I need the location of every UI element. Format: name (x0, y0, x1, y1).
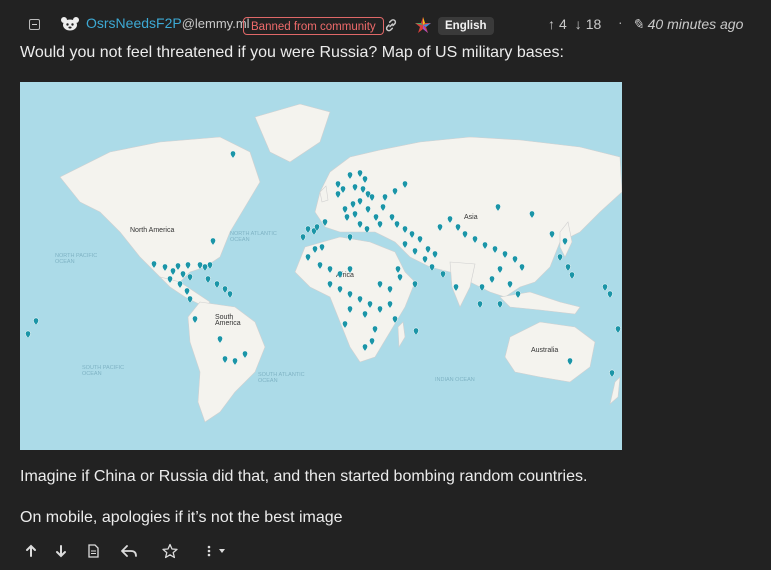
base-marker-pin (187, 295, 193, 304)
land-new-zealand (609, 376, 621, 405)
base-marker-pin (607, 290, 613, 299)
timestamp-text: 40 minutes ago (647, 16, 744, 32)
view-source-icon (88, 544, 99, 558)
label-north-america: North America (130, 227, 174, 234)
base-marker-pin (615, 325, 621, 334)
base-marker-pin (479, 283, 485, 292)
save-star-icon (162, 543, 178, 559)
land-madagascar (397, 321, 406, 349)
base-marker-pin (413, 327, 419, 336)
base-marker-pin (25, 330, 31, 339)
base-marker-pin (557, 253, 563, 262)
base-marker-pin (187, 273, 193, 282)
base-marker-pin (33, 317, 39, 326)
comment-title-text: Would you not feel threatened if you wer… (20, 44, 564, 61)
user-instance: @lemmy.ml (181, 16, 250, 31)
comment-body-line-1: Imagine if China or Russia did that, and… (20, 468, 588, 485)
base-marker-pin (477, 300, 483, 309)
link-icon[interactable] (383, 17, 399, 33)
language-badge: English (438, 17, 494, 35)
label-north-atlantic: NORTH ATLANTIC OCEAN (230, 231, 277, 243)
comment-body-line-2: On mobile, apologies if it’s not the bes… (20, 509, 343, 526)
more-options-icon (207, 545, 225, 557)
land-greenland (254, 103, 331, 163)
base-marker-pin (565, 263, 571, 272)
base-marker-pin (602, 283, 608, 292)
label-south-pacific: SOUTH PACIFIC OCEAN (82, 365, 124, 377)
edit-pencil-icon: ✎ (632, 16, 648, 32)
reply-icon (121, 545, 137, 557)
upvote-count: 4 (559, 16, 567, 32)
language-flag-icon (415, 17, 431, 33)
user-avatar-icon[interactable] (60, 16, 80, 32)
label-south-atlantic: SOUTH ATLANTIC OCEAN (258, 372, 305, 384)
username[interactable]: OsrsNeedsF2P (86, 15, 182, 31)
base-marker-pin (305, 225, 311, 234)
collapse-toggle-icon[interactable] (29, 19, 40, 30)
base-marker-pin (429, 263, 435, 272)
label-asia: Asia (464, 214, 478, 221)
world-map-svg: North America NORTH ATLANTIC OCEAN NORTH … (25, 103, 622, 423)
us-bases-map-image[interactable]: North America NORTH ATLANTIC OCEAN NORTH … (20, 82, 622, 450)
land-masses (59, 103, 622, 423)
more-options-button[interactable] (202, 542, 230, 560)
base-marker-pin (569, 271, 575, 280)
downvote-icon (56, 545, 66, 558)
base-marker-pin (205, 275, 211, 284)
base-marker-pin (202, 263, 208, 272)
label-australia: Australia (531, 347, 558, 354)
downvote-arrow-icon: ↓ (574, 16, 582, 32)
separator: · (618, 14, 623, 30)
downvote-count: 18 (585, 16, 602, 32)
base-marker-pin (609, 369, 615, 378)
reply-button[interactable] (120, 542, 138, 560)
base-marker-pin (222, 285, 228, 294)
label-north-pacific: NORTH PACIFIC OCEAN (55, 253, 97, 265)
upvote-icon (26, 544, 36, 557)
banned-badge: Banned from community (243, 17, 384, 35)
base-marker-pin (227, 290, 233, 299)
land-africa (294, 236, 416, 363)
land-indonesia (499, 291, 581, 315)
downvote-button[interactable] (52, 542, 70, 560)
username-link[interactable]: OsrsNeedsF2P@lemmy.ml (86, 15, 250, 31)
base-marker-pin (300, 233, 306, 242)
base-marker-pin (207, 261, 213, 270)
save-button[interactable] (161, 542, 179, 560)
vote-counts: ↑ 4 ↓ 18 (548, 16, 605, 32)
land-north-america (59, 136, 261, 283)
base-marker-pin (440, 270, 446, 279)
label-indian-ocean: INDIAN OCEAN (435, 377, 475, 383)
upvote-button[interactable] (22, 542, 40, 560)
timestamp[interactable]: ✎ 40 minutes ago (632, 16, 743, 33)
view-source-button[interactable] (84, 542, 102, 560)
base-marker-pin (214, 280, 220, 289)
upvote-arrow-icon: ↑ (548, 16, 555, 32)
comment-header: OsrsNeedsF2P@lemmy.ml Banned from commun… (0, 0, 771, 50)
base-marker-pin (497, 300, 503, 309)
comment-actions (0, 540, 771, 564)
